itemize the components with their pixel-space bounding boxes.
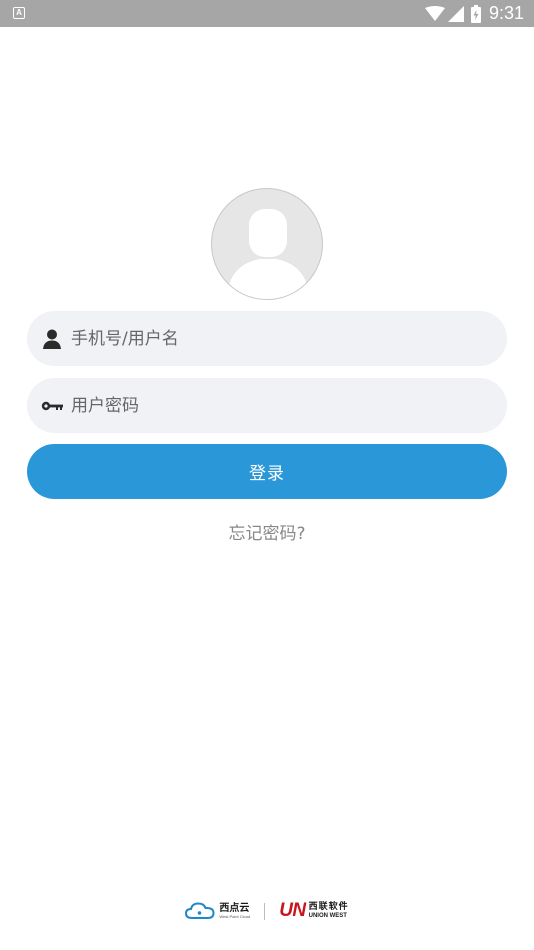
status-bar: A 9:31 (0, 0, 534, 27)
status-time: 9:31 (488, 3, 524, 23)
key-icon (41, 395, 63, 417)
union-west-logo: UN (279, 900, 306, 921)
brand2-name-cn: 西联软件 (308, 902, 349, 912)
cell-signal-icon (447, 5, 464, 22)
cloud-icon (185, 902, 215, 919)
west-point-cloud-brand: 西点云 West Point Cloud (185, 902, 250, 920)
avatar (211, 188, 323, 300)
default-avatar-icon (226, 209, 310, 299)
footer-divider (264, 902, 266, 920)
username-input[interactable] (71, 311, 491, 366)
brand2-name-en: UNION WEST (308, 913, 347, 919)
user-icon (41, 328, 63, 350)
brand1-name-en: West Point Cloud (219, 913, 251, 919)
notification-icon: A (13, 7, 25, 19)
forgot-password-link[interactable]: 忘记密码? (0, 519, 534, 544)
username-field[interactable] (27, 311, 507, 366)
password-input[interactable] (71, 378, 491, 433)
union-west-brand: UN 西联软件 UNION WEST (279, 900, 348, 922)
wifi-icon (424, 5, 445, 22)
password-field[interactable] (27, 378, 507, 433)
brand1-name-cn: 西点云 (219, 902, 250, 914)
battery-icon (470, 4, 481, 23)
footer-brands: 西点云 West Point Cloud UN 西联软件 UNION WEST (0, 898, 534, 924)
status-icons: 9:31 (424, 3, 524, 24)
login-button[interactable]: 登录 (27, 444, 507, 499)
